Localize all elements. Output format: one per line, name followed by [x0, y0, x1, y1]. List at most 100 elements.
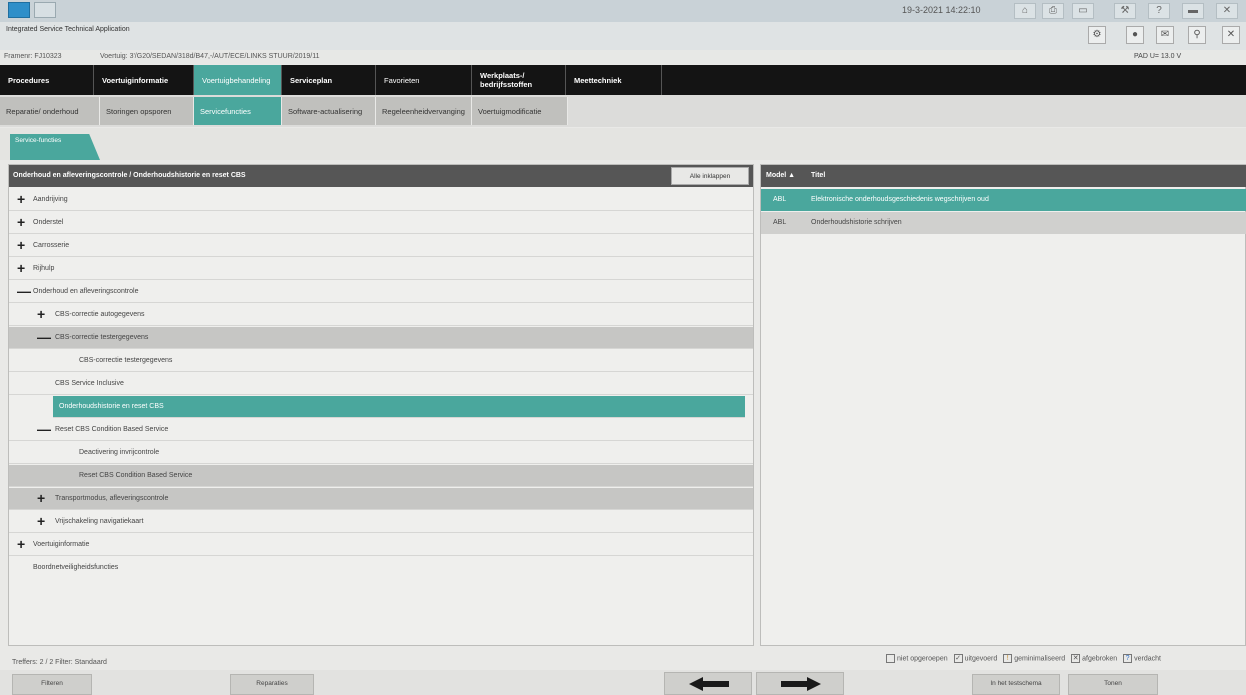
subnav-regeleenheid[interactable]: Regeleenheidvervanging: [376, 97, 472, 125]
mail-icon[interactable]: ✉: [1156, 26, 1174, 44]
sub-navigation: Reparatie/ onderhoud Storingen opsporen …: [0, 95, 1246, 127]
app-close-icon[interactable]: ✕: [1222, 26, 1240, 44]
main-navigation: Procedures Voertuiginformatie Voertuigbe…: [0, 65, 1246, 95]
nav-favorieten[interactable]: Favorieten: [376, 65, 472, 95]
tree-node-label: Deactivering invrijcontrole: [79, 449, 160, 456]
tree-node[interactable]: + CBS-correctie autogegevens: [9, 304, 753, 326]
subnav-storingen[interactable]: Storingen opsporen: [100, 97, 194, 125]
tree-node[interactable]: — Reset CBS Condition Based Service: [9, 419, 753, 441]
application-bar: Integrated Service Technical Application…: [0, 22, 1246, 50]
title-cell: Elektronische onderhoudsgeschiedenis weg…: [811, 196, 989, 203]
close-icon[interactable]: ✕: [1216, 3, 1238, 19]
add-to-testplan-button[interactable]: In het testschema: [972, 674, 1060, 695]
previous-button[interactable]: [664, 672, 752, 695]
repairs-button[interactable]: Reparaties: [230, 674, 314, 695]
filter-button[interactable]: Filteren: [12, 674, 92, 695]
column-header-title[interactable]: Titel: [811, 165, 825, 187]
tree-node-label: Boordnetveiligheidsfuncties: [33, 564, 119, 571]
subnav-reparatie[interactable]: Reparatie/ onderhoud: [0, 97, 100, 125]
nav-voertuiginformatie[interactable]: Voertuiginformatie: [94, 65, 194, 95]
model-cell: ABL: [773, 196, 787, 203]
legend-label: niet opgeroepen: [897, 655, 948, 663]
tree-node-label: Transportmodus, afleveringscontrole: [55, 495, 169, 502]
minimized-icon: !: [1003, 654, 1013, 663]
tree-node-label: Voertuiginformatie: [33, 541, 90, 548]
aborted-icon: ✕: [1071, 654, 1081, 663]
table-row[interactable]: ABL Elektronische onderhoudsgeschiedenis…: [761, 189, 1246, 211]
tree-node[interactable]: + Carrosserie: [9, 235, 753, 257]
model-cell: ABL: [773, 219, 787, 226]
tab-servicefuncties[interactable]: Service-functies: [10, 134, 100, 160]
expand-icon[interactable]: +: [37, 511, 45, 531]
expand-icon[interactable]: +: [17, 212, 25, 232]
legend-label: uitgevoerd: [964, 655, 998, 663]
wrench-icon[interactable]: ⚒: [1114, 3, 1136, 19]
briefcase-icon[interactable]: ▭: [1072, 3, 1094, 19]
results-header: Model ▲ Titel: [761, 165, 1246, 187]
arrow-right-icon: [781, 677, 821, 691]
next-button[interactable]: [756, 672, 844, 695]
tree-node-label: Onderhoud en afleveringscontrole: [33, 288, 139, 295]
subnav-software[interactable]: Software-actualisering: [282, 97, 376, 125]
tree-node-label: Reset CBS Condition Based Service: [79, 472, 193, 479]
tree-node[interactable]: Reset CBS Condition Based Service: [9, 465, 753, 487]
tree-node[interactable]: + Vrijschakeling navigatiekaart: [9, 511, 753, 533]
tree-node-label: Carrosserie: [33, 242, 70, 249]
collapse-icon[interactable]: —: [37, 327, 51, 347]
results-panel: Model ▲ Titel ABL Elektronische onderhou…: [760, 164, 1246, 646]
nav-voertuigbehandeling[interactable]: Voertuigbehandeling: [194, 65, 282, 95]
collapse-icon[interactable]: —: [37, 419, 51, 439]
suspicious-icon: ?: [1123, 654, 1133, 663]
home-icon[interactable]: ⌂: [1014, 3, 1036, 19]
tree-node-selected[interactable]: Onderhoudshistorie en reset CBS: [53, 396, 745, 418]
expand-icon[interactable]: +: [17, 258, 25, 278]
minimize-icon[interactable]: ▬: [1182, 3, 1204, 19]
tree-node[interactable]: — CBS-correctie testergegevens: [9, 327, 753, 349]
nav-werkplaats[interactable]: Werkplaats-/ bedrijfsstoffen: [472, 65, 566, 95]
frame-number: Framenr: FJ10323: [4, 53, 62, 60]
vehicle-description: Voertuig: 3'/G20/SEDAN/318d/B47,-/AUT/EC…: [100, 53, 320, 60]
print-icon[interactable]: ⎙: [1042, 3, 1064, 19]
collapse-all-button[interactable]: Alle inklappen: [671, 167, 749, 185]
legend-label: verdacht: [1134, 655, 1161, 663]
vehicle-info-bar: Framenr: FJ10323 Voertuig: 3'/G20/SEDAN/…: [0, 50, 1246, 64]
tree-node[interactable]: — Onderhoud en afleveringscontrole: [9, 281, 753, 303]
expand-icon[interactable]: +: [17, 189, 25, 209]
executed-icon: ✓: [953, 654, 963, 663]
tree-node[interactable]: + Onderstel: [9, 212, 753, 234]
help-icon[interactable]: ?: [1148, 3, 1170, 19]
tree-node[interactable]: CBS Service Inclusive: [9, 373, 753, 395]
collapse-icon[interactable]: —: [17, 281, 31, 301]
expand-icon[interactable]: +: [37, 304, 45, 324]
tree-node-label: CBS-correctie autogegevens: [55, 311, 145, 318]
nav-meettechniek[interactable]: Meettechniek: [566, 65, 662, 95]
legend-label: afgebroken: [1082, 655, 1118, 663]
window-list-button[interactable]: [34, 2, 56, 18]
record-icon[interactable]: ●: [1126, 26, 1144, 44]
tree-node[interactable]: CBS-correctie testergegevens: [9, 350, 753, 372]
expand-icon[interactable]: +: [17, 534, 25, 554]
tree-node[interactable]: + Voertuiginformatie: [9, 534, 753, 556]
tab-strip: Service-functies: [0, 128, 1246, 160]
expand-icon[interactable]: +: [17, 235, 25, 255]
not-called-icon: [886, 654, 895, 663]
table-row[interactable]: ABL Onderhoudshistorie schrijven: [761, 212, 1246, 234]
tree-node[interactable]: Boordnetveiligheidsfuncties: [9, 557, 753, 579]
show-button[interactable]: Tonen: [1068, 674, 1158, 695]
tree-node-label: CBS-correctie testergegevens: [79, 357, 173, 364]
tree-node-label: Aandrijving: [33, 196, 68, 203]
nav-serviceplan[interactable]: Serviceplan: [282, 65, 376, 95]
tree-node-label: Onderstel: [33, 219, 64, 226]
tree-node[interactable]: + Rijhulp: [9, 258, 753, 280]
expand-icon[interactable]: +: [37, 488, 45, 508]
subnav-servicefuncties[interactable]: Servicefuncties: [194, 97, 282, 125]
tree-node[interactable]: + Transportmodus, afleveringscontrole: [9, 488, 753, 510]
settings-icon[interactable]: ⚙: [1088, 26, 1106, 44]
subnav-voertuigmodificatie[interactable]: Voertuigmodificatie: [472, 97, 568, 125]
tree-node[interactable]: + Aandrijving: [9, 189, 753, 211]
app-switch-button[interactable]: [8, 2, 30, 18]
tree-node[interactable]: Deactivering invrijcontrole: [9, 442, 753, 464]
nav-procedures[interactable]: Procedures: [0, 65, 94, 95]
user-search-icon[interactable]: ⚲: [1188, 26, 1206, 44]
column-header-model[interactable]: Model ▲: [766, 165, 795, 187]
